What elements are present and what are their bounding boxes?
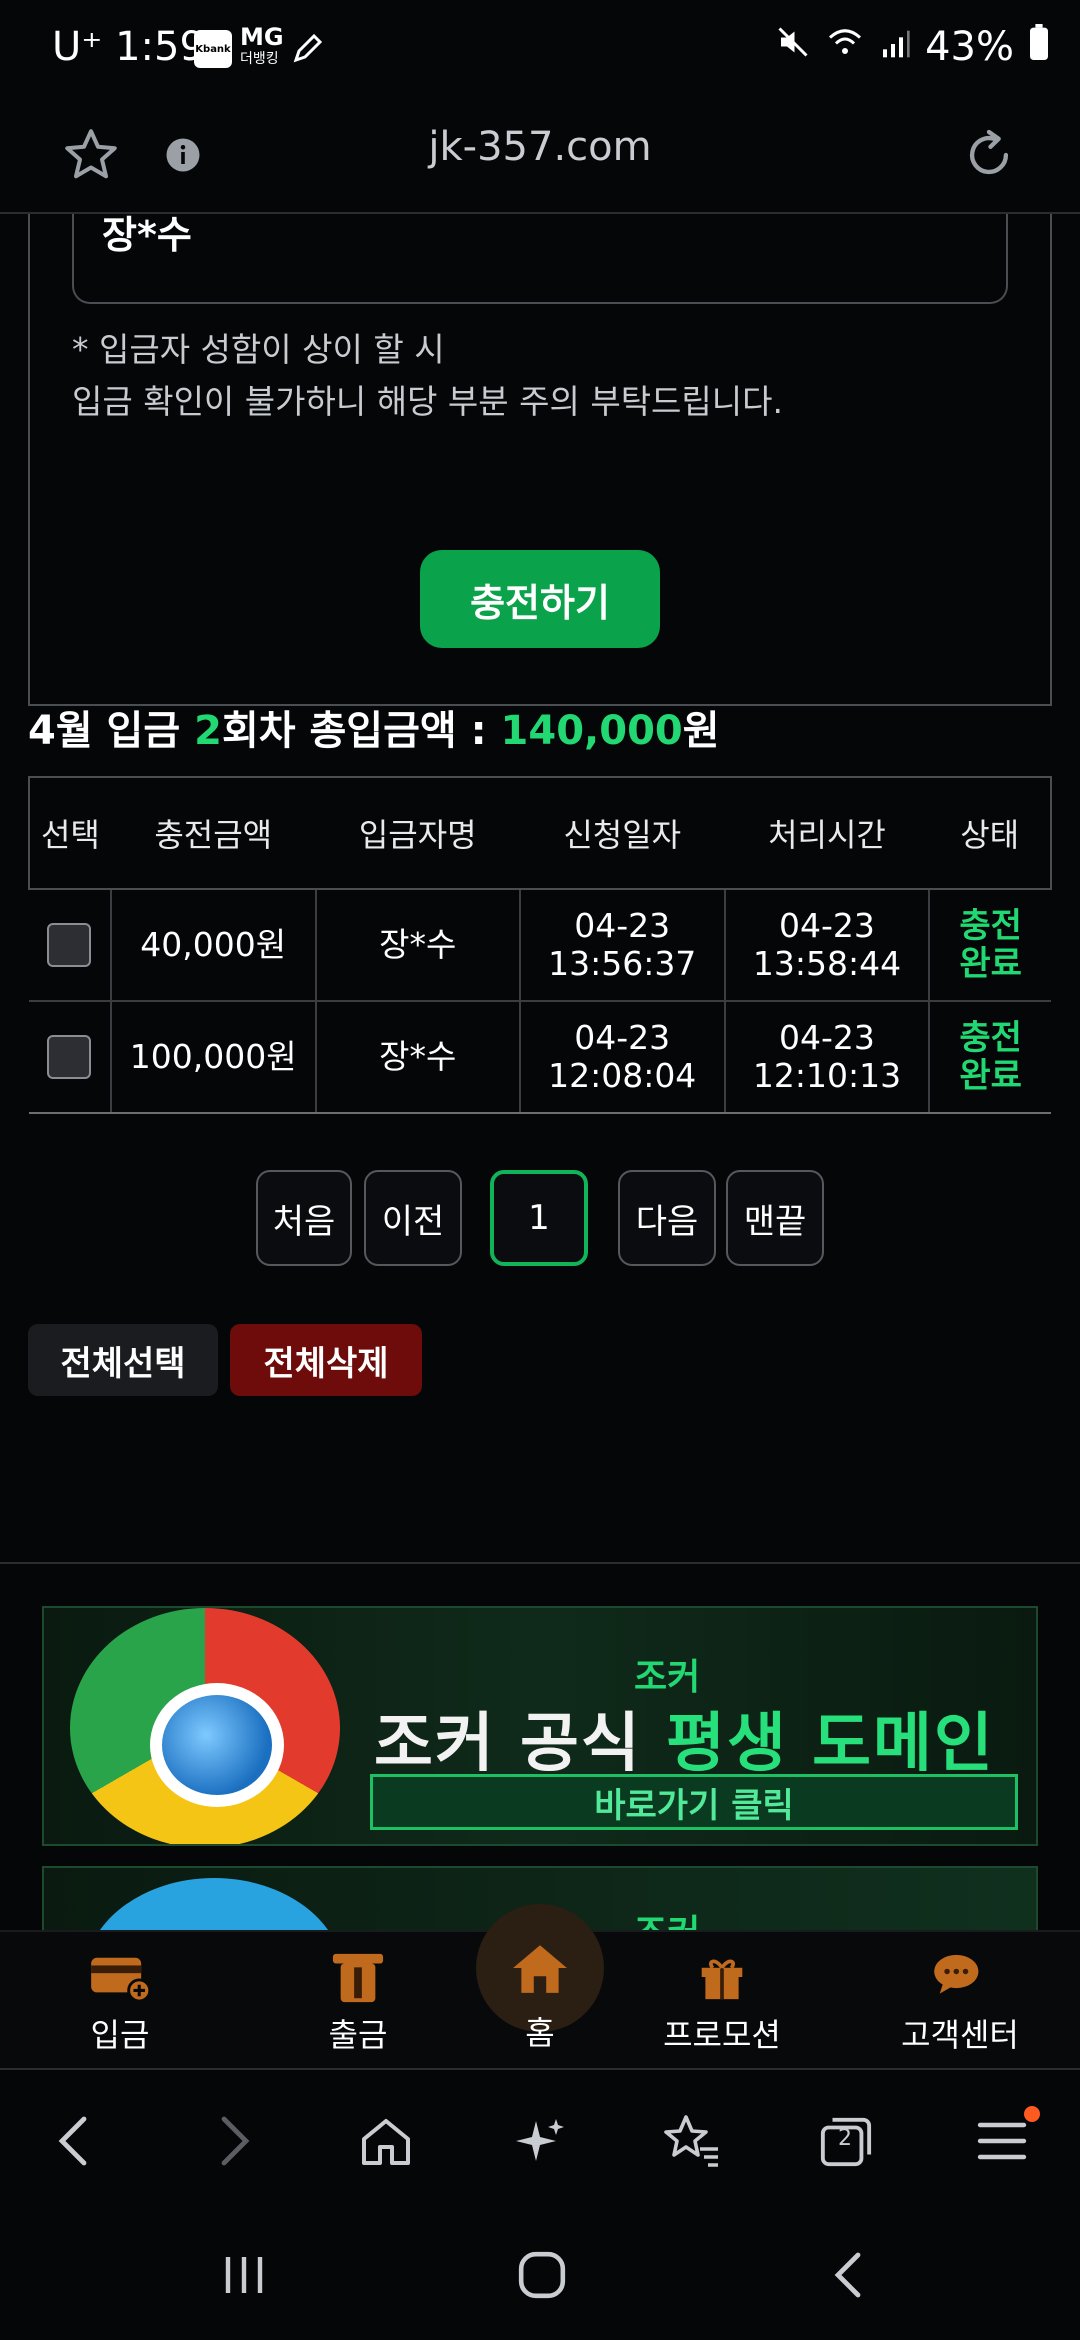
page-content: 장*수 * 입금자 성함이 상이 할 시 입금 확인이 불가하니 해당 부분 주… xyxy=(0,214,1080,1930)
row-checkbox[interactable] xyxy=(47,1035,92,1079)
tabs-count: 2 xyxy=(838,2126,852,2151)
browser-toolbar: 2 xyxy=(0,2072,1080,2208)
status-indicators: 43% xyxy=(775,24,1050,70)
header-select: 선택 xyxy=(28,776,111,890)
row-status: 충전 완료 xyxy=(929,1001,1051,1114)
page-next-button[interactable]: 다음 xyxy=(618,1170,716,1266)
menu-icon[interactable] xyxy=(962,2106,1042,2176)
row-depositor: 장*수 xyxy=(315,1001,521,1114)
wifi-icon xyxy=(825,24,865,70)
nav-promotion[interactable]: 프로모션 xyxy=(642,1944,802,2064)
site-bottom-nav: 입금 출금 홈 프로모션 고객센터 xyxy=(0,1904,1080,2070)
battery-percent: 43% xyxy=(925,24,1014,70)
delete-all-button[interactable]: 전체삭제 xyxy=(230,1324,422,1396)
tabs-icon[interactable]: 2 xyxy=(806,2106,886,2176)
signal-icon xyxy=(879,24,911,70)
home-icon[interactable] xyxy=(346,2106,426,2176)
mg-app-icon: MG 더뱅킹 xyxy=(240,23,284,67)
header-request-date: 신청일자 xyxy=(519,776,725,890)
system-navigation-bar xyxy=(0,2208,1080,2340)
deposit-card-icon xyxy=(40,1944,200,2010)
recent-apps-icon[interactable] xyxy=(204,2242,284,2308)
notice-line-2: 입금 확인이 불가하니 해당 부분 주의 부탁드립니다. xyxy=(72,382,783,421)
forward-icon[interactable] xyxy=(194,2106,274,2176)
header-process-time: 처리시간 xyxy=(724,776,930,890)
row-process-time: 04-23 13:58:44 xyxy=(724,889,931,1002)
header-depositor: 입금자명 xyxy=(315,776,520,890)
row-depositor: 장*수 xyxy=(315,889,521,1002)
row-process-time: 04-23 12:10:13 xyxy=(724,1001,931,1114)
section-divider xyxy=(0,1562,1080,1564)
charge-button[interactable]: 충전하기 xyxy=(420,550,660,648)
row-request-date: 04-23 12:08:04 xyxy=(519,1001,726,1114)
select-all-button[interactable]: 전체선택 xyxy=(28,1324,218,1396)
status-bar: U⁺ 1:59 Kbank MG 더뱅킹 43% xyxy=(0,0,1080,100)
banner-cta[interactable]: 바로가기 클릭 xyxy=(370,1774,1018,1830)
withdraw-atm-icon xyxy=(278,1944,438,2010)
row-amount: 40,000원 xyxy=(110,889,317,1002)
nav-deposit[interactable]: 입금 xyxy=(40,1944,200,2064)
notice-line-1: * 입금자 성함이 상이 할 시 xyxy=(72,330,445,369)
deposit-history-table: 선택 충전금액 입금자명 신청일자 처리시간 상태 40,000원 장*수 04… xyxy=(28,776,1052,1114)
ai-sparkle-icon[interactable] xyxy=(500,2106,580,2176)
domain-banner[interactable]: 조커 조커 공식 평생 도메인 바로가기 클릭 xyxy=(42,1606,1038,1846)
row-checkbox-cell xyxy=(29,889,112,1002)
mute-icon xyxy=(775,24,811,70)
table-row: 100,000원 장*수 04-23 12:08:04 04-23 12:10:13… xyxy=(29,1001,1051,1114)
system-back-icon[interactable] xyxy=(808,2242,888,2308)
page-first-button[interactable]: 처음 xyxy=(256,1170,352,1266)
banner-graphic xyxy=(84,1878,344,1930)
depositor-name-value: 장*수 xyxy=(102,214,192,257)
row-checkbox[interactable] xyxy=(47,923,92,967)
nav-customer-center[interactable]: 고객센터 xyxy=(880,1944,1040,2064)
system-home-icon[interactable] xyxy=(502,2242,582,2308)
table-row: 40,000원 장*수 04-23 13:56:37 04-23 13:58:44 … xyxy=(29,889,1051,1002)
row-request-date: 04-23 13:56:37 xyxy=(519,889,726,1002)
header-status: 상태 xyxy=(929,776,1052,890)
deposit-summary: 4월 입금 2회차 총입금액 : 140,000원 xyxy=(28,708,720,754)
gift-icon xyxy=(642,1944,802,2010)
row-checkbox-cell xyxy=(29,1001,112,1114)
nav-home[interactable]: 홈 xyxy=(460,2008,620,2058)
nav-withdraw[interactable]: 출금 xyxy=(278,1944,438,2064)
menu-notification-dot xyxy=(1024,2106,1040,2122)
depositor-name-field[interactable]: 장*수 xyxy=(72,214,1008,304)
row-amount: 100,000원 xyxy=(110,1001,317,1114)
pen-icon xyxy=(290,30,326,70)
page-current-button[interactable]: 1 xyxy=(490,1170,588,1266)
reload-icon[interactable] xyxy=(956,122,1022,188)
page-last-button[interactable]: 맨끝 xyxy=(726,1170,824,1266)
battery-icon xyxy=(1028,24,1050,70)
kbank-app-icon: Kbank xyxy=(194,30,232,68)
chrome-logo-icon xyxy=(70,1608,340,1844)
url-text[interactable]: jk-357.com xyxy=(0,124,1080,170)
status-time: U⁺ 1:59 xyxy=(52,24,205,70)
banner-headline: 조커 공식 평생 도메인 xyxy=(374,1707,995,1781)
browser-url-bar: jk-357.com xyxy=(0,100,1080,214)
banner2-brand: 조커 xyxy=(634,1904,700,1930)
chat-bubbles-icon xyxy=(880,1944,1040,2010)
page-prev-button[interactable]: 이전 xyxy=(364,1170,462,1266)
header-amount: 충전금액 xyxy=(110,776,316,890)
deposit-notice: * 입금자 성함이 상이 할 시 입금 확인이 불가하니 해당 부분 주의 부탁… xyxy=(72,324,783,428)
bookmarks-icon[interactable] xyxy=(652,2106,732,2176)
table-header-row: 선택 충전금액 입금자명 신청일자 처리시간 상태 xyxy=(28,776,1052,890)
row-status: 충전 완료 xyxy=(929,889,1051,1002)
back-icon[interactable] xyxy=(34,2106,114,2176)
